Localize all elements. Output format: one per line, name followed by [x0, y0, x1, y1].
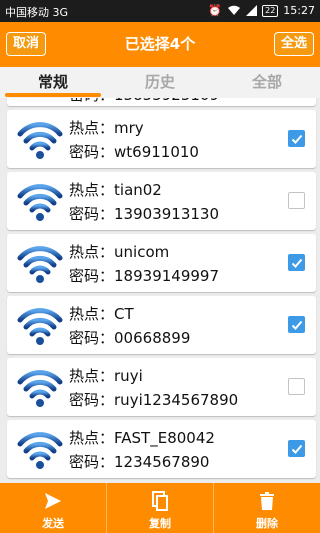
checkmark-icon	[291, 134, 303, 144]
select-checkbox[interactable]	[288, 192, 305, 209]
hotspot-row: 热点：FAST_E80042	[69, 427, 215, 448]
password-value: 1234567890	[114, 453, 210, 471]
password-value: 18939149997	[114, 267, 219, 285]
password-label: 密码：	[69, 453, 115, 471]
hotspot-name: FAST_E80042	[114, 429, 215, 447]
hotspot-row: 热点：mry	[69, 117, 144, 138]
hotspot-label: 热点：	[69, 119, 115, 137]
wifi-icon	[17, 432, 63, 469]
wifi-icon	[17, 308, 63, 345]
wifi-icon	[17, 246, 63, 283]
password-label: 密码：	[69, 98, 114, 104]
hotspot-name: ruyi	[114, 367, 143, 385]
send-label: 发送	[42, 517, 64, 530]
list-item[interactable]: 热点：FAST_E80042 密码：1234567890	[7, 420, 316, 478]
tab-general[interactable]: 常规	[0, 71, 106, 92]
hotspot-row: 热点：ruyi	[69, 365, 143, 386]
tab-all[interactable]: 全部	[214, 71, 320, 92]
active-tab-indicator	[5, 93, 101, 97]
copy-label: 复制	[149, 517, 171, 530]
trash-icon	[260, 492, 274, 510]
list-item[interactable]: 热点：mry 密码：wt6911010	[7, 110, 316, 168]
checkmark-icon	[291, 444, 303, 454]
battery-level: 22	[262, 4, 279, 17]
send-button[interactable]: 发送	[0, 483, 106, 533]
hotspot-name: tian02	[114, 181, 162, 199]
password-value: 00668899	[114, 329, 191, 347]
select-checkbox[interactable]	[288, 130, 305, 147]
send-icon	[45, 493, 61, 509]
hotspot-name: mry	[114, 119, 144, 137]
hotspot-row: 热点：CT	[69, 303, 134, 324]
password-label: 密码：	[69, 205, 115, 223]
wifi-status-icon	[228, 5, 241, 15]
hotspot-name: unicom	[114, 243, 170, 261]
title-bar: 取消 已选择4个 全选	[0, 22, 320, 67]
hotspot-row: 热点：tian02	[69, 179, 162, 200]
delete-label: 删除	[256, 517, 278, 530]
select-all-button[interactable]: 全选	[273, 32, 314, 56]
password-label: 密码：	[69, 267, 115, 285]
password-row: 密码：13855925109	[69, 98, 219, 105]
hotspot-label: 热点：	[69, 367, 115, 385]
password-row: 密码：13903913130	[69, 203, 219, 224]
password-label: 密码：	[69, 329, 115, 347]
wifi-icon	[17, 370, 63, 407]
hotspot-label: 热点：	[69, 243, 115, 261]
password-row: 密码：wt6911010	[69, 141, 199, 162]
list-item[interactable]: 热点：unicom 密码：18939149997	[7, 234, 316, 292]
copy-button[interactable]: 复制	[106, 483, 213, 533]
password-row: 密码：18939149997	[69, 265, 219, 286]
status-time: 15:27	[283, 4, 315, 17]
select-checkbox[interactable]	[288, 440, 305, 457]
page-title: 已选择4个	[124, 35, 196, 53]
tab-bar: 常规 历史 全部	[0, 67, 320, 98]
alarm-icon: ⏰	[208, 4, 223, 17]
password-label: 密码：	[69, 143, 115, 161]
bottom-action-bar: 发送 复制 删除	[0, 483, 320, 533]
status-bar: 中国移动 3G ⏰ 22 15:27	[0, 0, 320, 22]
tab-history[interactable]: 历史	[107, 71, 213, 92]
hotspot-row: 热点：unicom	[69, 241, 169, 262]
password-value: wt6911010	[114, 143, 199, 161]
select-checkbox[interactable]	[288, 316, 305, 333]
select-checkbox[interactable]	[288, 254, 305, 271]
list-item-partial[interactable]: 密码：13855925109	[7, 98, 316, 106]
list-item[interactable]: 热点：ruyi 密码：ruyi1234567890	[7, 358, 316, 416]
password-label: 密码：	[69, 391, 115, 409]
list-item[interactable]: 热点：tian02 密码：13903913130	[7, 172, 316, 230]
checkmark-icon	[291, 320, 303, 330]
delete-button[interactable]: 删除	[213, 483, 320, 533]
carrier-label: 中国移动 3G	[5, 6, 69, 19]
hotspot-label: 热点：	[69, 429, 115, 447]
password-value: 13903913130	[114, 205, 219, 223]
checkmark-icon	[291, 258, 303, 268]
hotspot-label: 热点：	[69, 305, 115, 323]
password-row: 密码：00668899	[69, 327, 190, 348]
wifi-icon	[17, 184, 63, 221]
hotspot-label: 热点：	[69, 181, 115, 199]
hotspot-name: CT	[114, 305, 134, 323]
password-row: 密码：1234567890	[69, 451, 209, 472]
hotspot-list[interactable]: 密码：13855925109 热点：mry 密码：wt6911010	[0, 98, 320, 483]
signal-icon	[246, 5, 258, 16]
password-row: 密码：ruyi1234567890	[69, 389, 238, 410]
wifi-icon	[17, 122, 63, 159]
status-icons: ⏰ 22 15:27	[208, 4, 315, 17]
list-item[interactable]: 热点：CT 密码：00668899	[7, 296, 316, 354]
copy-icon	[152, 491, 168, 511]
password-value: 13855925109	[114, 98, 219, 104]
password-value: ruyi1234567890	[114, 391, 239, 409]
select-checkbox[interactable]	[288, 378, 305, 395]
